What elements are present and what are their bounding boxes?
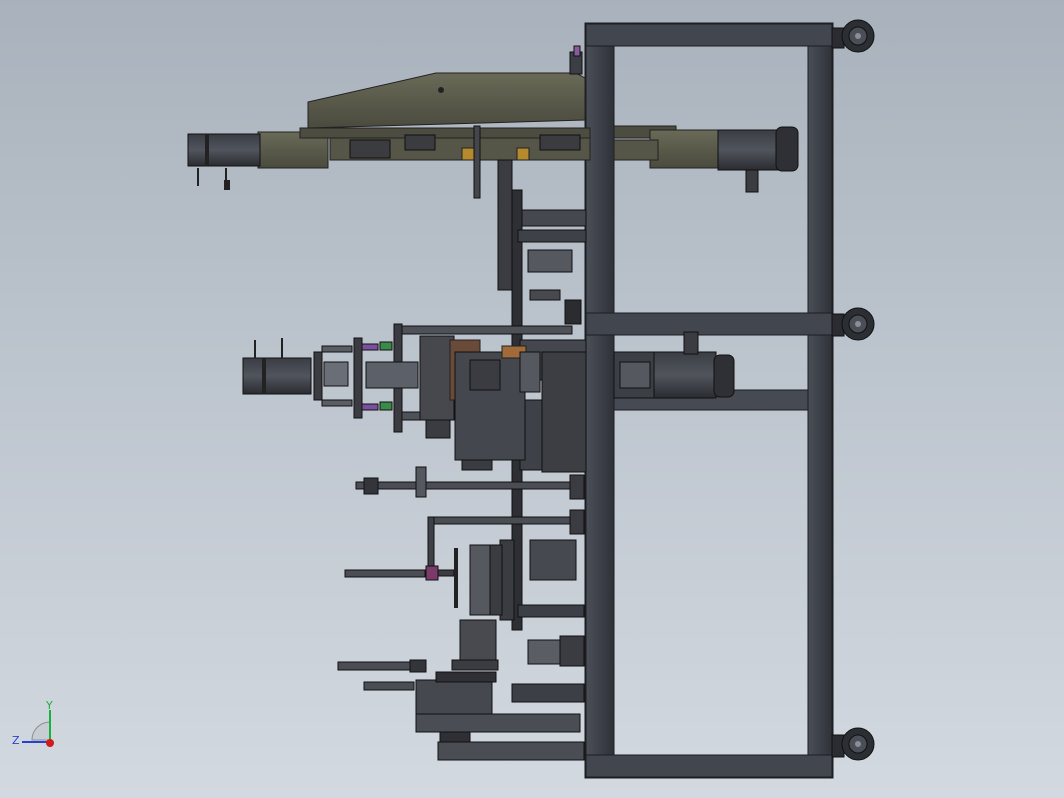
machine-assembly-drawing bbox=[187, 19, 875, 779]
middle-spindle-assembly bbox=[242, 323, 735, 473]
y-axis-label: Y bbox=[46, 699, 53, 712]
axis-triad bbox=[22, 710, 54, 747]
lower-rods bbox=[344, 466, 585, 608]
x-axis-dot bbox=[46, 739, 54, 747]
cad-viewport[interactable]: Y Z bbox=[0, 0, 1064, 798]
caster-middle bbox=[831, 307, 875, 341]
z-axis-label: Z bbox=[12, 734, 20, 747]
caster-top bbox=[831, 19, 875, 53]
top-arm-assembly bbox=[187, 45, 799, 291]
caster-bottom bbox=[831, 727, 875, 761]
